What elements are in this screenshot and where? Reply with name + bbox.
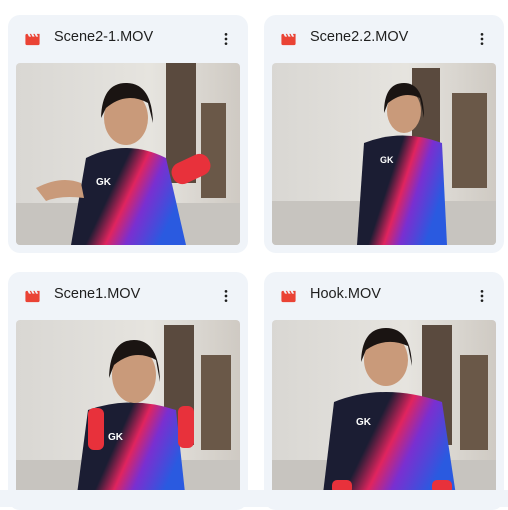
file-card-header: Scene2-1.MOV [8, 15, 248, 63]
more-options-button[interactable] [212, 282, 240, 310]
svg-text:GK: GK [356, 417, 372, 428]
video-thumbnail[interactable]: GK [16, 320, 240, 502]
file-card-header: Hook.MOV [264, 272, 504, 320]
file-card[interactable]: Scene2.2.MOV GK [264, 15, 504, 253]
file-card-header: Scene2.2.MOV [264, 15, 504, 63]
video-thumbnail[interactable]: GK [16, 63, 240, 245]
more-vert-icon [480, 33, 484, 45]
video-file-icon [281, 33, 296, 46]
file-card[interactable]: Hook.MOV GK [264, 272, 504, 510]
video-thumbnail[interactable]: GK [272, 63, 496, 245]
svg-text:GK: GK [108, 432, 124, 443]
svg-text:GK: GK [96, 177, 112, 188]
file-name: Hook.MOV [310, 286, 381, 302]
video-file-icon [25, 290, 40, 303]
video-file-icon [25, 33, 40, 46]
file-card[interactable]: Scene2-1.MOV GK [8, 15, 248, 253]
more-options-button[interactable] [212, 25, 240, 53]
more-options-button[interactable] [468, 282, 496, 310]
more-options-button[interactable] [468, 25, 496, 53]
more-vert-icon [224, 290, 228, 302]
file-card[interactable]: Scene1.MOV GK [8, 272, 248, 510]
video-file-icon [281, 290, 296, 303]
file-name: Scene1.MOV [54, 286, 141, 302]
svg-text:GK: GK [380, 155, 394, 165]
more-vert-icon [224, 33, 228, 45]
file-name: Scene2-1.MOV [54, 29, 154, 45]
file-card-header: Scene1.MOV [8, 272, 248, 320]
video-thumbnail[interactable]: GK [272, 320, 496, 502]
bottom-bar [0, 490, 508, 507]
more-vert-icon [480, 290, 484, 302]
file-name: Scene2.2.MOV [310, 29, 409, 45]
